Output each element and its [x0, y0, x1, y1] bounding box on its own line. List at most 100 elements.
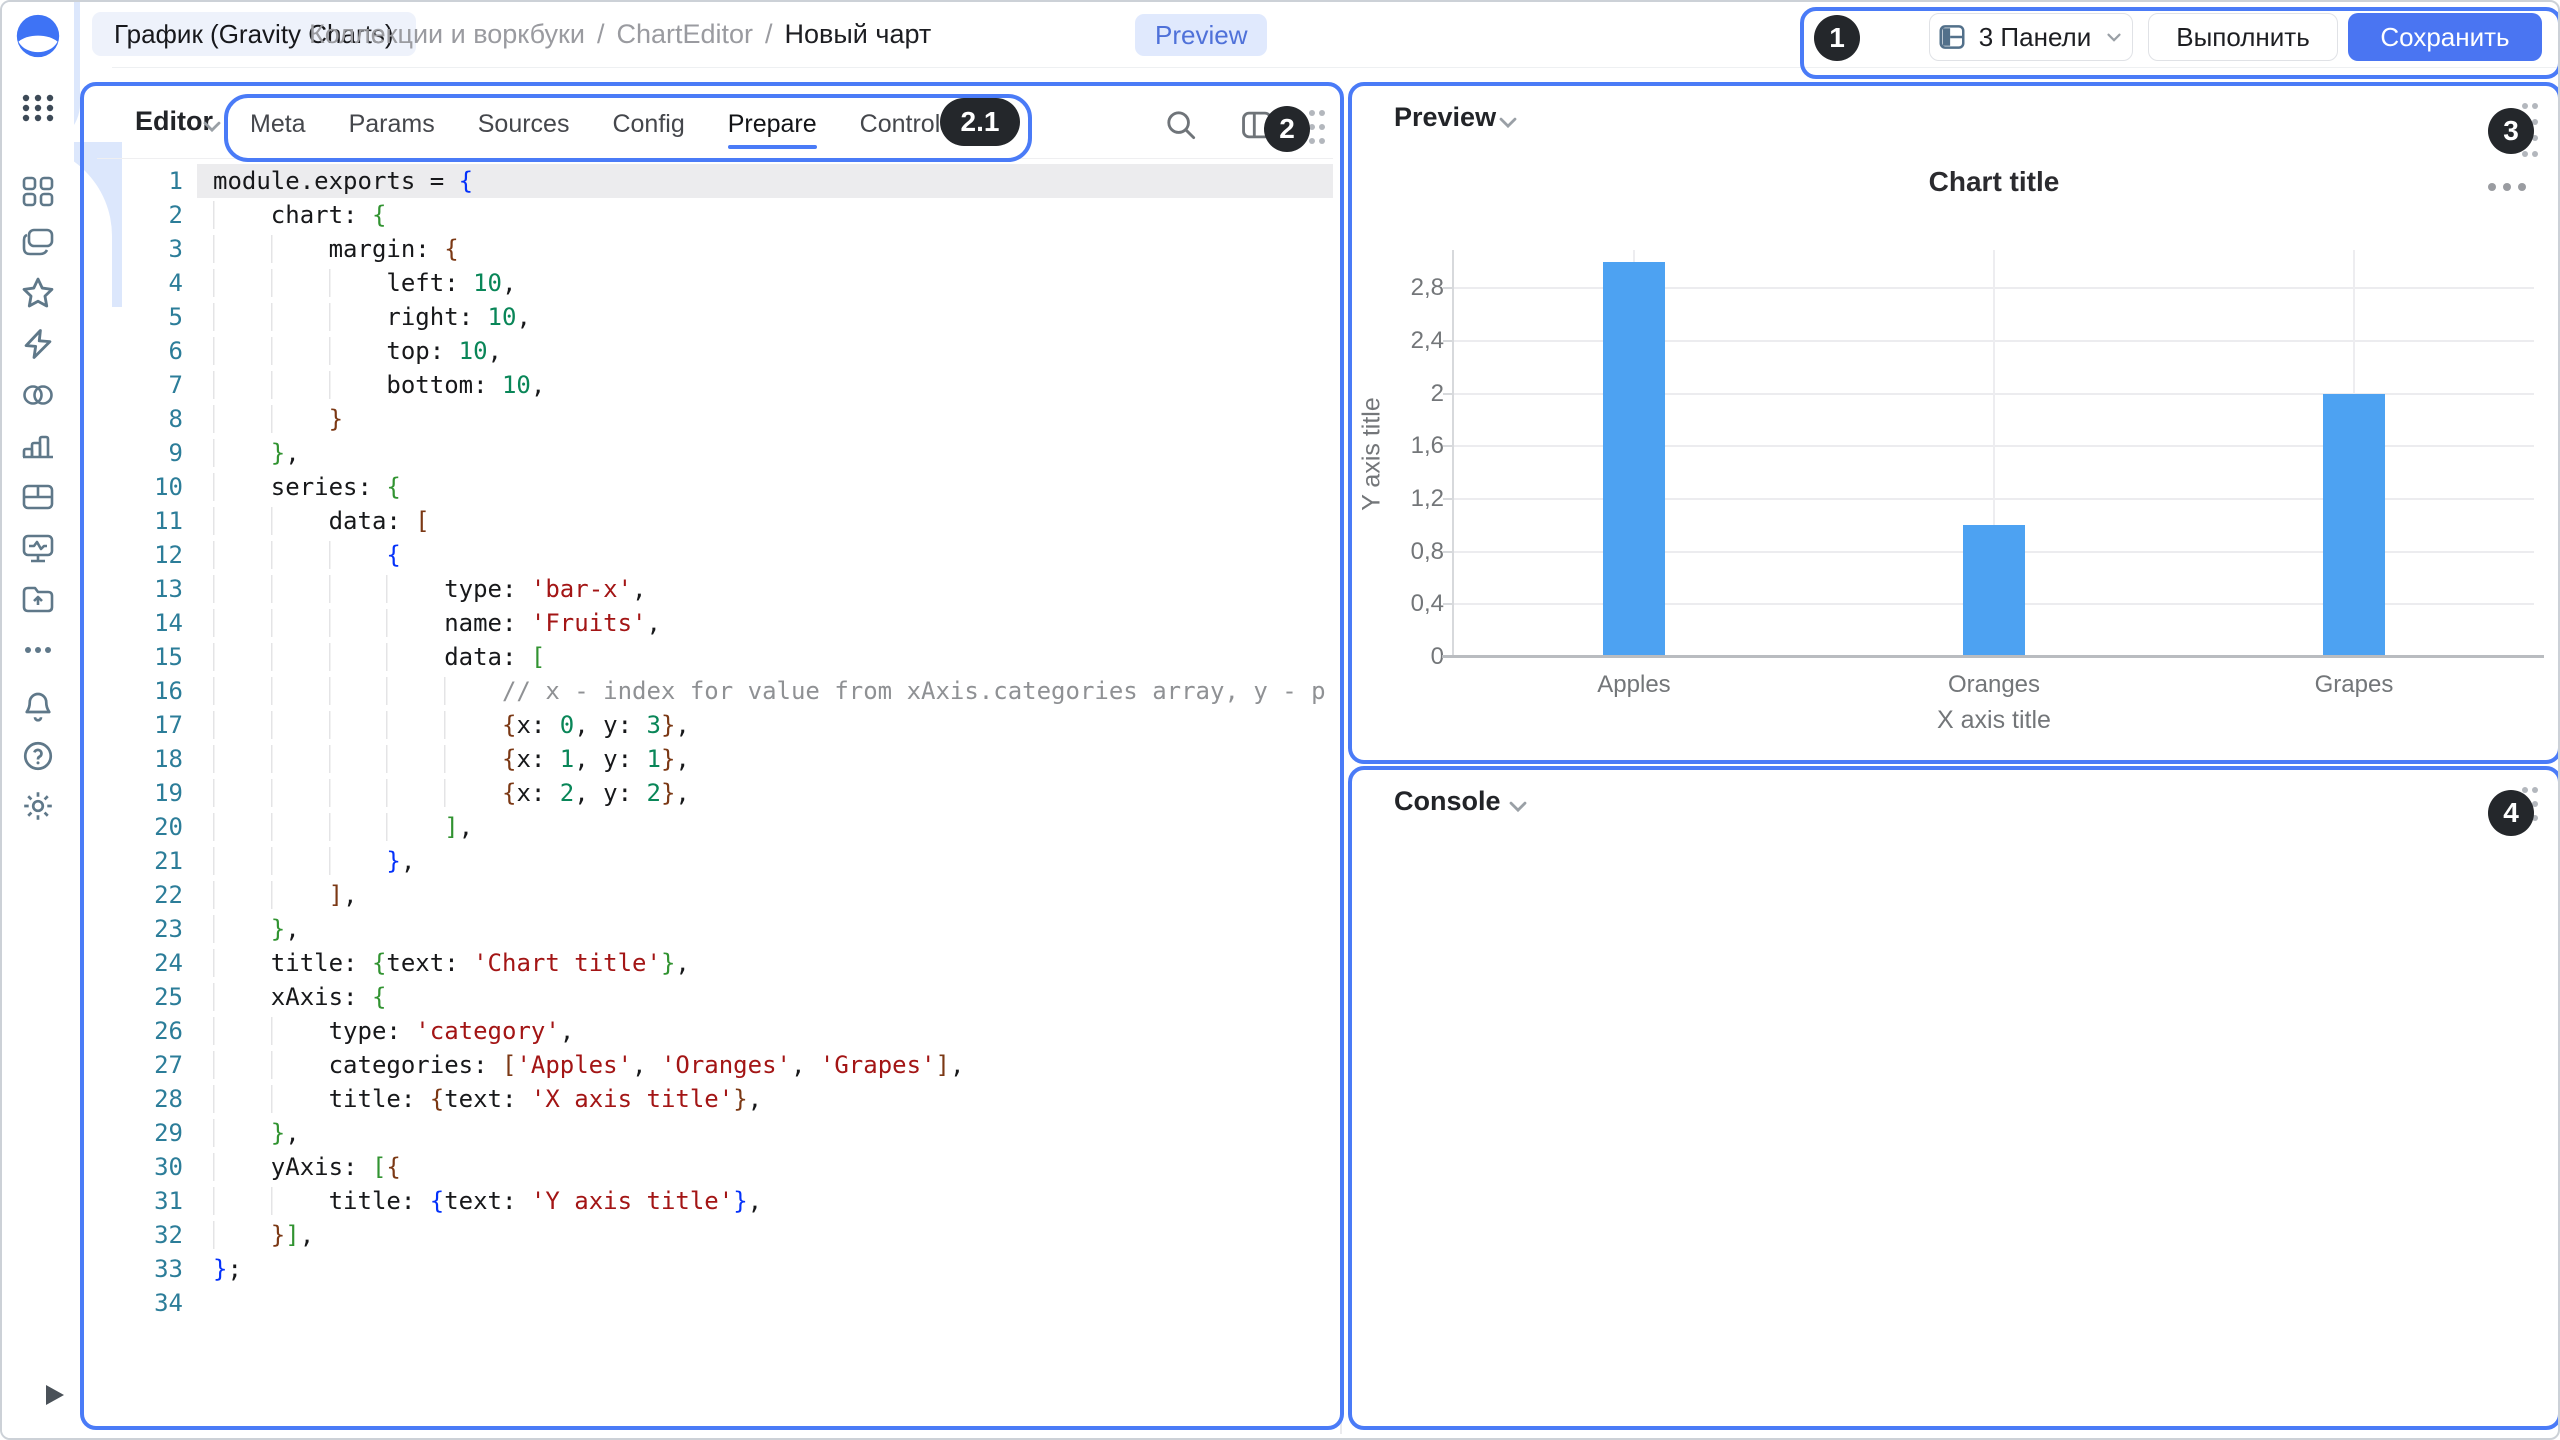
- run-button[interactable]: Выполнить: [2148, 13, 2338, 61]
- ellipsis-icon: [20, 632, 56, 668]
- datalens-logo[interactable]: [16, 14, 60, 58]
- code-line-4[interactable]: 4 left: 10,: [97, 266, 1333, 300]
- sidebar-item-help[interactable]: [16, 734, 60, 778]
- console-panel-chevron[interactable]: [1504, 792, 1532, 825]
- indent-guide: [271, 609, 329, 637]
- code-line-13[interactable]: 13 type: 'bar-x',: [97, 572, 1333, 606]
- collections-icon: [20, 173, 56, 209]
- sidebar-item-all-services[interactable]: [16, 86, 60, 130]
- tab-sources[interactable]: Sources: [478, 110, 570, 139]
- code-line-19[interactable]: 19 {x: 2, y: 2},: [97, 776, 1333, 810]
- indent-guide: [329, 609, 387, 637]
- tab-controls[interactable]: Controls: [860, 110, 953, 139]
- sidebar-item-workbooks[interactable]: [16, 220, 60, 264]
- code-line-21[interactable]: 21 },: [97, 844, 1333, 878]
- code-line-30[interactable]: 30 yAxis: [{: [97, 1150, 1333, 1184]
- code-line-18[interactable]: 18 {x: 1, y: 1},: [97, 742, 1333, 776]
- code-line-5[interactable]: 5 right: 10,: [97, 300, 1333, 334]
- breadcrumb-charteditor[interactable]: ChartEditor: [616, 19, 753, 49]
- line-number: 30: [97, 1150, 183, 1184]
- preview-panel-chevron[interactable]: [1494, 108, 1522, 141]
- indent-guide: [213, 813, 271, 841]
- code-line-23[interactable]: 23 },: [97, 912, 1333, 946]
- indent-guide: [271, 711, 329, 739]
- sidebar-item-dashboards[interactable]: [16, 475, 60, 519]
- gridline-y: [1454, 445, 2534, 447]
- code-line-12[interactable]: 12 {: [97, 538, 1333, 572]
- sidebar-item-settings[interactable]: [16, 784, 60, 828]
- sidebar-item-more[interactable]: [16, 628, 60, 672]
- indent-guide: [444, 711, 502, 739]
- indent-guide: [213, 473, 271, 501]
- panels-layout-button[interactable]: 3 Панели: [1929, 13, 2133, 61]
- indent-guide: [213, 643, 271, 671]
- line-number: 10: [97, 470, 183, 504]
- code-line-8[interactable]: 8 }: [97, 402, 1333, 436]
- code-line-10[interactable]: 10 series: {: [97, 470, 1333, 504]
- line-number: 3: [97, 232, 183, 266]
- code-line-31[interactable]: 31 title: {text: 'Y axis title'},: [97, 1184, 1333, 1218]
- tab-config[interactable]: Config: [612, 110, 684, 139]
- sidebar-item-collections[interactable]: [16, 169, 60, 213]
- code-text: }],: [183, 1218, 314, 1252]
- code-line-14[interactable]: 14 name: 'Fruits',: [97, 606, 1333, 640]
- console-panel-title: Console: [1394, 786, 1501, 817]
- tab-meta[interactable]: Meta: [250, 110, 306, 139]
- save-button[interactable]: Сохранить: [2348, 13, 2542, 61]
- code-text: {x: 1, y: 1},: [183, 742, 690, 776]
- sidebar-item-datasets[interactable]: [16, 373, 60, 417]
- editor-panel-chevron[interactable]: [198, 112, 226, 145]
- sidebar-item-connections[interactable]: [16, 322, 60, 366]
- panel-splitter[interactable]: [1340, 90, 1342, 1434]
- code-line-22[interactable]: 22 ],: [97, 878, 1333, 912]
- code-line-32[interactable]: 32 }],: [97, 1218, 1333, 1252]
- breadcrumb-collections[interactable]: Коллекции и воркбуки: [309, 19, 585, 49]
- tab-params[interactable]: Params: [349, 110, 435, 139]
- gridline-y: [1454, 603, 2534, 605]
- sidebar-item-monitoring[interactable]: [16, 526, 60, 570]
- line-number: 12: [97, 538, 183, 572]
- sidebar-item-notifications[interactable]: [16, 684, 60, 728]
- sidebar-item-storage[interactable]: [16, 577, 60, 621]
- code-line-26[interactable]: 26 type: 'category',: [97, 1014, 1333, 1048]
- indent-guide: [271, 371, 329, 399]
- code-line-11[interactable]: 11 data: [: [97, 504, 1333, 538]
- indent-guide: [329, 337, 387, 365]
- code-text: // x - index for value from xAxis.catego…: [183, 674, 1326, 708]
- code-line-9[interactable]: 9 },: [97, 436, 1333, 470]
- star-icon: [19, 274, 57, 312]
- code-line-20[interactable]: 20 ],: [97, 810, 1333, 844]
- code-line-1[interactable]: 1module.exports = {: [97, 164, 1333, 198]
- code-line-3[interactable]: 3 margin: {: [97, 232, 1333, 266]
- code-line-34[interactable]: 34: [97, 1286, 1333, 1320]
- sidebar-collapse-button[interactable]: [40, 1380, 70, 1410]
- indent-guide: [271, 575, 329, 603]
- code-line-25[interactable]: 25 xAxis: {: [97, 980, 1333, 1014]
- code-line-16[interactable]: 16 // x - index for value from xAxis.cat…: [97, 674, 1333, 708]
- line-number: 31: [97, 1184, 183, 1218]
- code-text: {: [183, 538, 401, 572]
- sidebar-item-favorites[interactable]: [16, 271, 60, 315]
- code-line-28[interactable]: 28 title: {text: 'X axis title'},: [97, 1082, 1333, 1116]
- code-text: }: [183, 402, 343, 436]
- indent-guide: [271, 847, 329, 875]
- bar-chart-icon: [20, 428, 56, 464]
- code-line-15[interactable]: 15 data: [: [97, 640, 1333, 674]
- indent-guide: [213, 575, 271, 603]
- annotation-box-console: [1348, 766, 2560, 1430]
- editor-search-button[interactable]: [1162, 106, 1200, 149]
- code-line-33[interactable]: 33};: [97, 1252, 1333, 1286]
- code-line-24[interactable]: 24 title: {text: 'Chart title'},: [97, 946, 1333, 980]
- tab-prepare[interactable]: Prepare: [728, 110, 817, 139]
- gridline-y: [1454, 393, 2534, 395]
- code-line-6[interactable]: 6 top: 10,: [97, 334, 1333, 368]
- code-line-29[interactable]: 29 },: [97, 1116, 1333, 1150]
- code-line-27[interactable]: 27 categories: ['Apples', 'Oranges', 'Gr…: [97, 1048, 1333, 1082]
- indent-guide: [213, 745, 271, 773]
- code-line-2[interactable]: 2 chart: {: [97, 198, 1333, 232]
- code-line-17[interactable]: 17 {x: 0, y: 3},: [97, 708, 1333, 742]
- code-editor[interactable]: 1module.exports = {2 chart: {3 margin: {…: [97, 164, 1333, 1416]
- code-line-7[interactable]: 7 bottom: 10,: [97, 368, 1333, 402]
- table-icon: [20, 479, 56, 515]
- sidebar-item-charts[interactable]: [16, 424, 60, 468]
